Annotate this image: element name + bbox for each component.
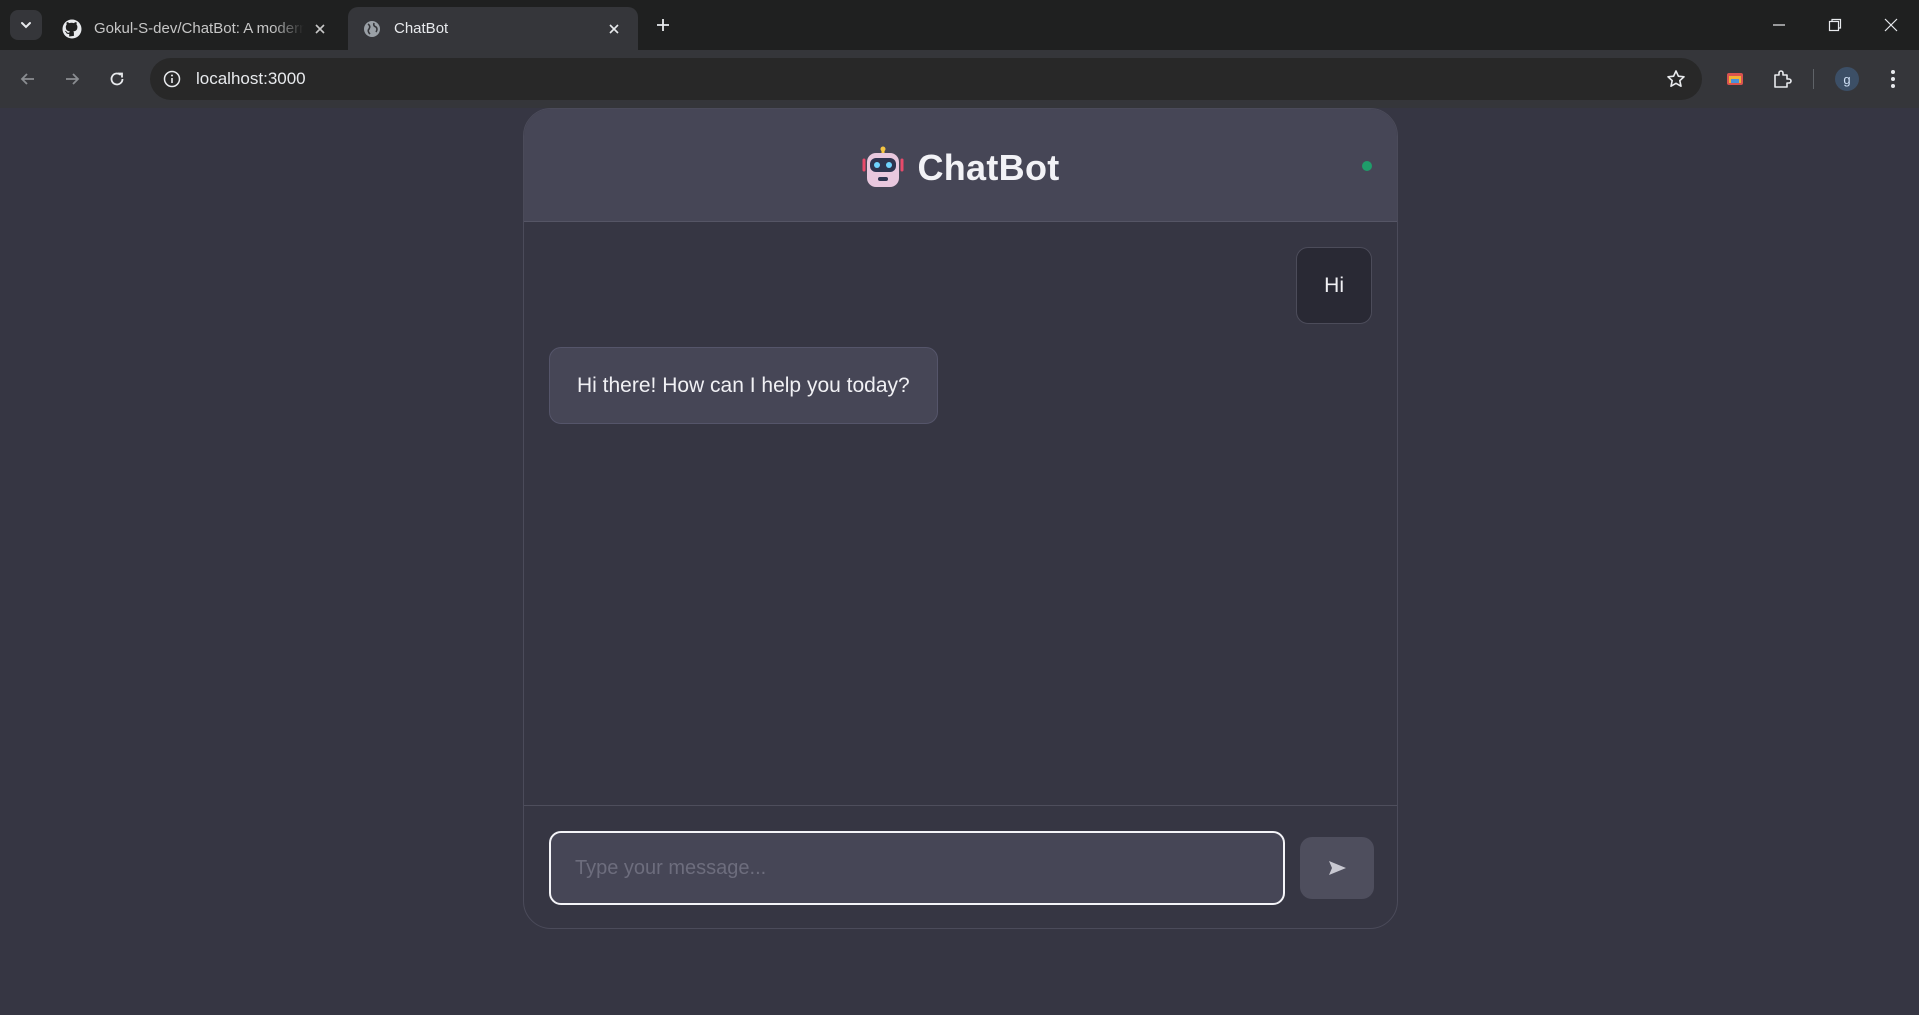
- restore-icon: [1828, 18, 1842, 32]
- chat-title-group: ChatBot: [861, 146, 1059, 190]
- message-composer: [524, 805, 1397, 928]
- tab-title: Gokul-S-dev/ChatBot: A modern: [94, 20, 304, 37]
- tab-search-button[interactable]: [10, 10, 42, 40]
- arrow-right-icon: [66, 73, 80, 85]
- profile-avatar[interactable]: g: [1835, 67, 1859, 91]
- minimize-button[interactable]: [1751, 0, 1807, 50]
- chat-window: ChatBot Hi Hi there! How can I help you …: [523, 108, 1398, 929]
- arrow-left-icon: [20, 73, 34, 85]
- reload-icon: [110, 72, 124, 86]
- bookmark-star-icon[interactable]: [1664, 67, 1688, 91]
- user-message: Hi: [1296, 247, 1372, 324]
- close-icon[interactable]: [604, 19, 624, 39]
- extensions-puzzle-icon[interactable]: [1768, 65, 1796, 93]
- more-menu-icon[interactable]: [1879, 65, 1907, 93]
- send-button[interactable]: [1300, 837, 1374, 899]
- site-info-icon[interactable]: [160, 67, 184, 91]
- new-tab-button[interactable]: [652, 12, 674, 38]
- github-icon: [62, 19, 82, 39]
- tab-title: ChatBot: [394, 20, 449, 37]
- back-button[interactable]: [13, 64, 43, 94]
- chevron-down-icon: [21, 22, 31, 29]
- forward-button[interactable]: [57, 64, 87, 94]
- message-input[interactable]: [549, 831, 1285, 905]
- close-window-button[interactable]: [1863, 0, 1919, 50]
- robot-icon: [862, 146, 904, 187]
- close-icon[interactable]: [310, 19, 330, 39]
- address-url[interactable]: localhost:3000: [196, 69, 306, 89]
- bot-message: Hi there! How can I help you today?: [549, 347, 938, 424]
- cast-extension-icon[interactable]: [1721, 65, 1749, 93]
- online-status-dot: [1362, 161, 1372, 171]
- chat-header: ChatBot: [524, 109, 1397, 222]
- plus-icon: [657, 19, 669, 31]
- browser-tab-chatbot[interactable]: ChatBot: [348, 7, 638, 50]
- minimize-icon: [1773, 24, 1785, 26]
- reload-button[interactable]: [102, 64, 132, 94]
- restore-button[interactable]: [1807, 0, 1863, 50]
- toolbar-divider: [1813, 69, 1814, 89]
- browser-tabstrip: Gokul-S-dev/ChatBot: A modern ChatBot: [0, 0, 1919, 50]
- close-icon: [1884, 18, 1898, 32]
- message-list: Hi Hi there! How can I help you today?: [524, 222, 1397, 806]
- window-controls: [1751, 0, 1919, 50]
- chat-title: ChatBot: [917, 146, 1060, 188]
- address-bar[interactable]: localhost:3000: [150, 58, 1702, 100]
- globe-icon: [362, 19, 382, 39]
- browser-tab-github[interactable]: Gokul-S-dev/ChatBot: A modern: [48, 7, 344, 50]
- send-arrow-icon: [1329, 861, 1346, 875]
- browser-toolbar: localhost:3000 g: [0, 50, 1919, 108]
